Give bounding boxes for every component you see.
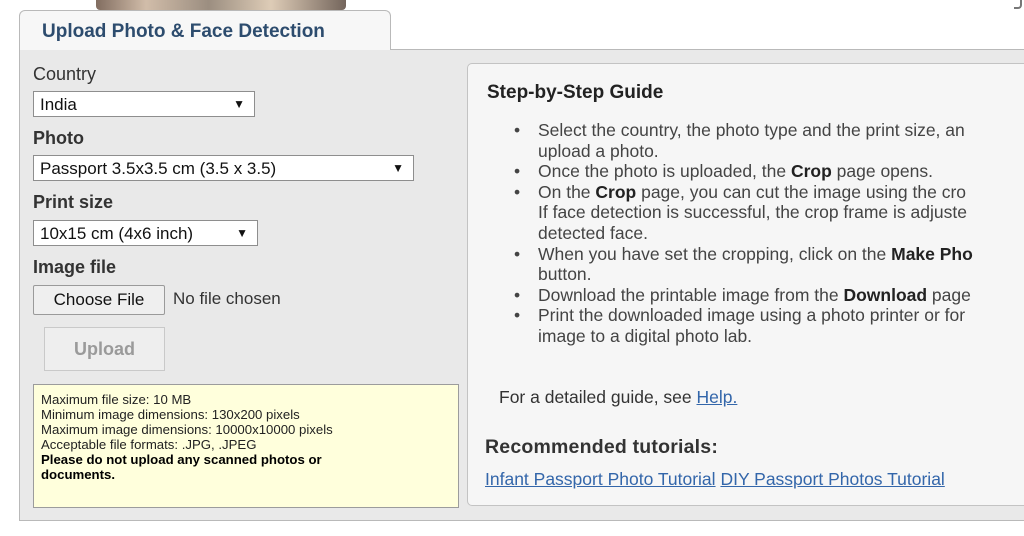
- upload-button[interactable]: Upload: [44, 327, 165, 371]
- guide-step-text: Download the printable image from the: [538, 284, 844, 305]
- guide-steps-list: Select the country, the photo type and t…: [514, 120, 1024, 347]
- guide-step-text: page opens.: [831, 161, 933, 182]
- guide-step: Print the downloaded image using a photo…: [514, 305, 1024, 346]
- guide-step-bold: Download: [843, 284, 928, 305]
- guide-step-text: If face detection is successful, the cro…: [538, 202, 967, 223]
- guide-step-bold: Crop: [595, 181, 637, 202]
- recommended-tutorials-title: Recommended tutorials:: [485, 436, 719, 458]
- tab-upload-photo[interactable]: Upload Photo & Face Detection: [19, 10, 391, 50]
- banner-corner: [1014, 0, 1022, 9]
- guide-step: Download the printable image from the Do…: [514, 284, 1024, 306]
- image-file-label: Image file: [33, 257, 117, 277]
- photo-label: Photo: [33, 128, 84, 148]
- chevron-down-icon: ▼: [233, 97, 245, 111]
- help-link[interactable]: Help.: [697, 387, 738, 407]
- guide-step-text: page: [927, 284, 971, 305]
- notice-warning: Please do not upload any scanned photos …: [41, 452, 322, 467]
- notice-line: Acceptable file formats: .JPG, .JPEG: [41, 437, 257, 452]
- help-line: For a detailed guide, see Help.: [499, 387, 737, 408]
- photo-select[interactable]: Passport 3.5x3.5 cm (3.5 x 3.5) ▼: [33, 155, 414, 181]
- photo-select-value: Passport 3.5x3.5 cm (3.5 x 3.5): [40, 159, 277, 178]
- guide-step-text: Once the photo is uploaded, the: [538, 161, 791, 182]
- guide-step-text: detected face.: [538, 222, 648, 243]
- chevron-down-icon: ▼: [236, 226, 248, 240]
- guide-step-text: button.: [538, 264, 592, 285]
- tutorial-link-diy[interactable]: DIY Passport Photos Tutorial: [720, 469, 944, 489]
- tutorial-links: Infant Passport Photo Tutorial DIY Passp…: [485, 469, 945, 490]
- guide-step-text: image to a digital photo lab.: [538, 325, 753, 346]
- country-select[interactable]: India ▼: [33, 91, 255, 117]
- print-size-select[interactable]: 10x15 cm (4x6 inch) ▼: [33, 220, 258, 246]
- notice-line: Maximum image dimensions: 10000x10000 pi…: [41, 422, 333, 437]
- tutorial-link-infant[interactable]: Infant Passport Photo Tutorial: [485, 469, 716, 489]
- guide-step-text: On the: [538, 181, 596, 202]
- help-text: For a detailed guide, see: [499, 387, 697, 407]
- guide-step-bold: Crop: [790, 161, 832, 182]
- guide-step-text: Select the country, the photo type and t…: [538, 120, 965, 140]
- notice-line: Minimum image dimensions: 130x200 pixels: [41, 407, 300, 422]
- print-size-label: Print size: [33, 192, 114, 212]
- guide-step-text: Print the downloaded image using a photo…: [538, 305, 966, 326]
- choose-file-button[interactable]: Choose File: [33, 285, 165, 315]
- guide-step: When you have set the cropping, click on…: [514, 243, 1024, 285]
- notice-line: Maximum file size: 10 MB: [41, 392, 192, 407]
- guide-step-text: When you have set the cropping, click on…: [538, 243, 892, 264]
- guide-step: On the Crop page, you can cut the image …: [514, 181, 1024, 244]
- chevron-down-icon: ▼: [392, 161, 404, 175]
- top-banner-edge: [0, 0, 1024, 10]
- banner-photo: [96, 0, 346, 10]
- country-select-value: India: [40, 95, 77, 114]
- guide-step-text: upload a photo.: [538, 140, 659, 161]
- guide-step-bold: Make Pho: [891, 243, 973, 264]
- upload-requirements-notice: Maximum file size: 10 MB Minimum image d…: [33, 384, 459, 508]
- guide-title: Step-by-Step Guide: [487, 82, 664, 103]
- print-size-select-value: 10x15 cm (4x6 inch): [40, 224, 194, 243]
- guide-step-text: page, you can cut the image using the cr…: [636, 181, 967, 202]
- guide-step: Once the photo is uploaded, the Crop pag…: [514, 161, 1024, 182]
- guide-step: Select the country, the photo type and t…: [514, 120, 1024, 161]
- notice-warning-cont: documents.: [41, 467, 116, 482]
- file-status: No file chosen: [173, 289, 281, 308]
- tab-upload-photo-label: Upload Photo & Face Detection: [42, 21, 325, 42]
- country-label: Country: [33, 64, 97, 84]
